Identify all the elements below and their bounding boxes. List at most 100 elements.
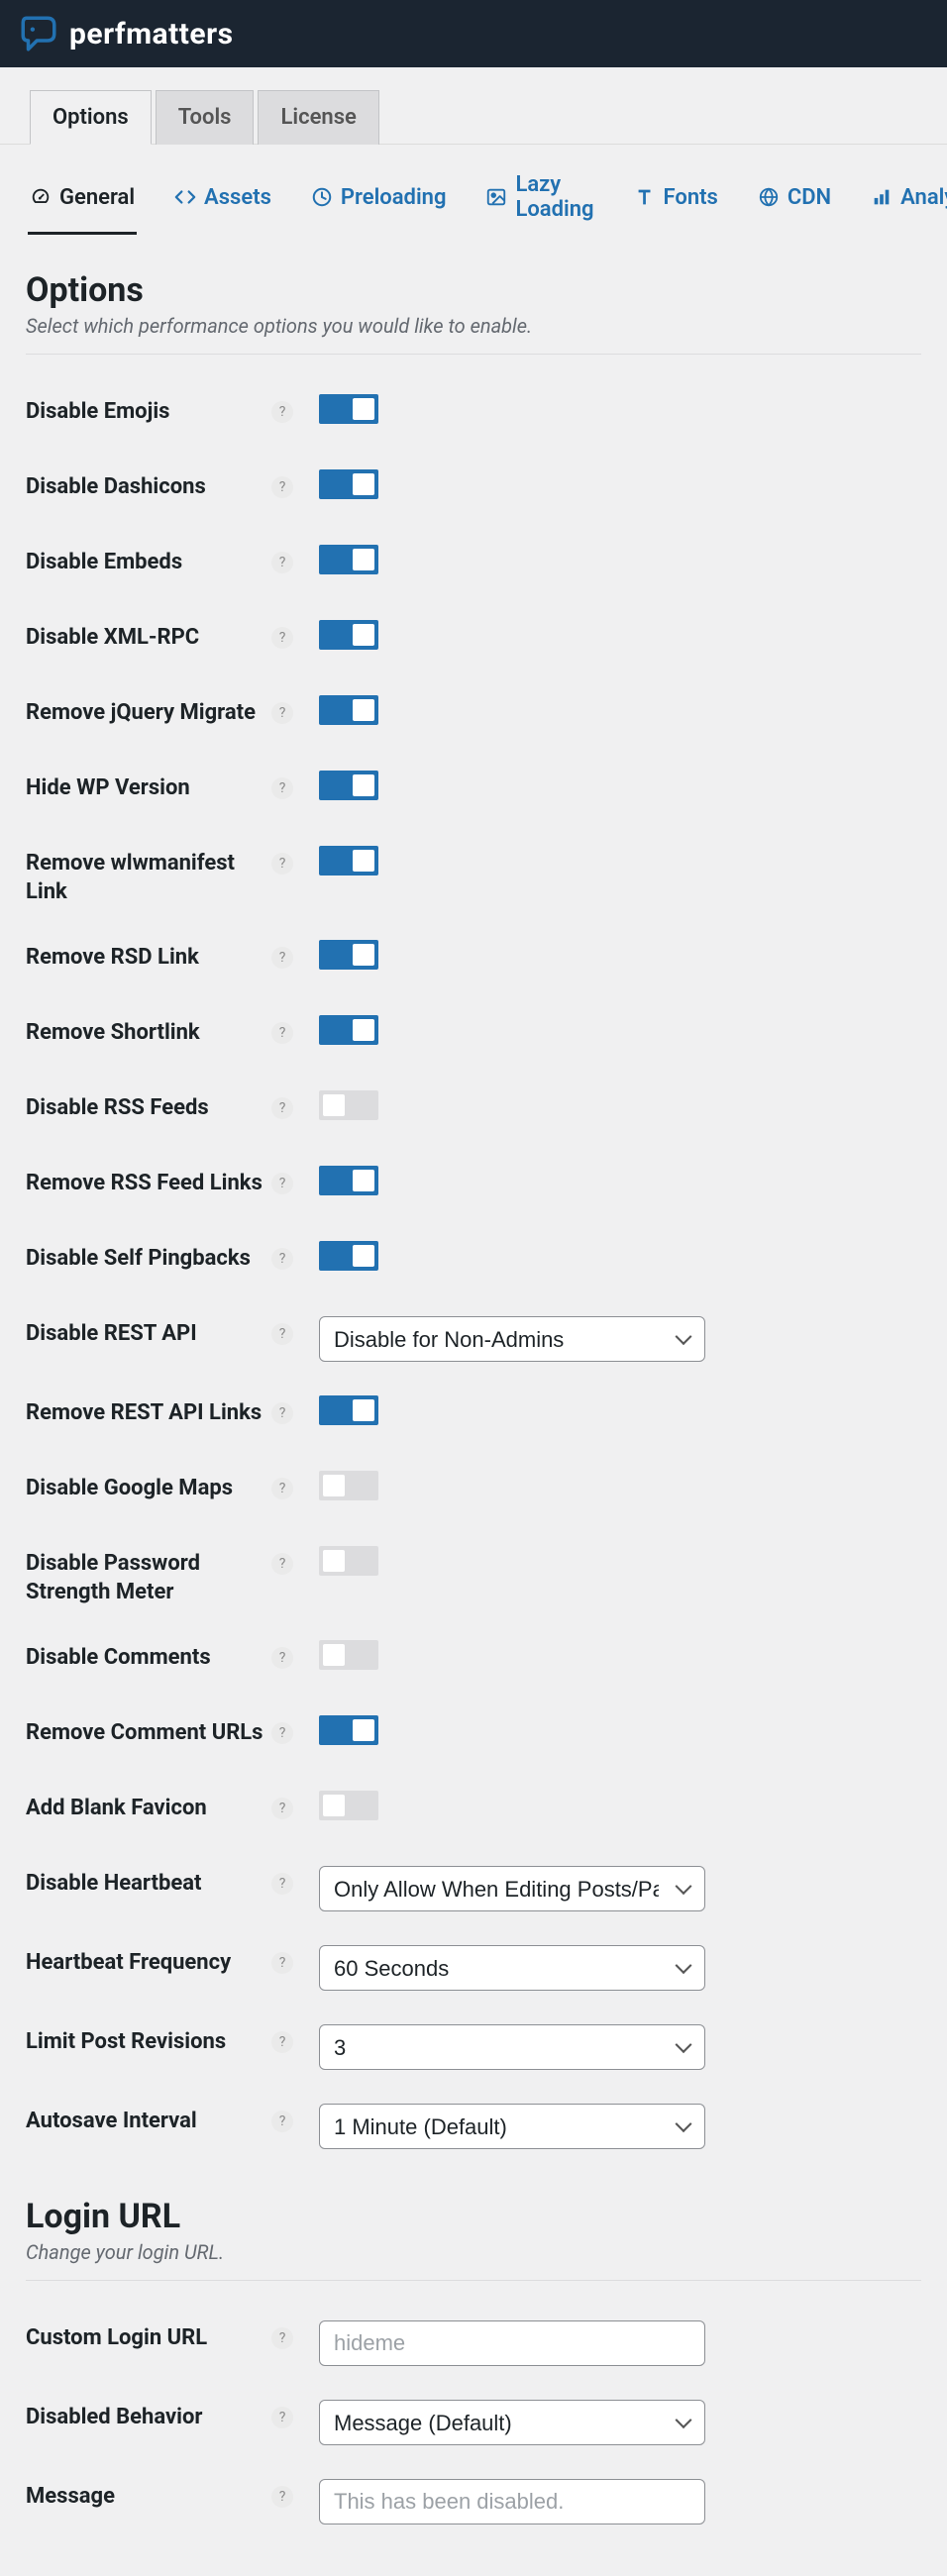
form-label-col: Hide WP Version? <box>26 765 293 803</box>
sub-tab-bar: General Assets Preloading Lazy Loading Fonts… <box>0 145 947 247</box>
help-icon[interactable]: ? <box>271 1952 293 1974</box>
disable_heartbeat-select[interactable]: Only Allow When Editing Posts/Pages <box>319 1866 705 1911</box>
help-icon[interactable]: ? <box>271 853 293 875</box>
form-label: Remove RSS Feed Links <box>26 1170 271 1198</box>
disabled_behavior-select[interactable]: Message (Default) <box>319 2400 705 2445</box>
custom_login_url-input[interactable] <box>319 2320 705 2366</box>
help-icon[interactable]: ? <box>271 401 293 423</box>
tab-tools[interactable]: Tools <box>156 90 255 145</box>
form-label-col: Disable RSS Feeds? <box>26 1084 293 1123</box>
disable_rest_api-select[interactable]: Disable for Non-Admins <box>319 1316 705 1362</box>
remove_rsd-toggle[interactable] <box>319 940 378 970</box>
help-icon[interactable]: ? <box>271 1873 293 1895</box>
remove_rest_links-toggle[interactable] <box>319 1395 378 1425</box>
help-icon[interactable]: ? <box>271 1647 293 1669</box>
subtab-assets[interactable]: Assets <box>172 185 273 235</box>
form-label-col: Custom Login URL? <box>26 2315 293 2353</box>
disable_emojis-toggle[interactable] <box>319 394 378 424</box>
subtab-general[interactable]: General <box>28 185 137 235</box>
form-label: Remove Shortlink <box>26 1019 271 1048</box>
heartbeat_frequency-select[interactable]: 60 Seconds <box>319 1945 705 1991</box>
form-row-disable_self_pingbacks: Disable Self Pingbacks? <box>26 1235 921 1283</box>
form-label-col: Remove RSS Feed Links? <box>26 1160 293 1198</box>
form-row-disable_google_maps: Disable Google Maps? <box>26 1465 921 1512</box>
help-icon[interactable]: ? <box>271 2111 293 2132</box>
subtab-cdn[interactable]: CDN <box>756 185 833 235</box>
globe-icon <box>758 186 780 208</box>
form-row-limit_post_revisions: Limit Post Revisions?3 <box>26 2018 921 2070</box>
help-icon[interactable]: ? <box>271 1478 293 1499</box>
message-input[interactable] <box>319 2479 705 2524</box>
toggle-knob <box>353 549 374 570</box>
limit_post_revisions-select[interactable]: 3 <box>319 2024 705 2070</box>
help-icon[interactable]: ? <box>271 1097 293 1119</box>
form-control-col <box>293 1160 921 1195</box>
toggle-knob <box>353 944 374 966</box>
remove_wlwmanifest-toggle[interactable] <box>319 846 378 876</box>
disable_comments-toggle[interactable] <box>319 1640 378 1670</box>
remove_comment_urls-toggle[interactable] <box>319 1715 378 1745</box>
subtab-label: CDN <box>788 185 831 210</box>
tab-license[interactable]: License <box>258 90 378 145</box>
toggle-knob <box>353 624 374 646</box>
autosave_interval-select-wrap: 1 Minute (Default) <box>319 2104 705 2149</box>
disable_rss-toggle[interactable] <box>319 1090 378 1120</box>
help-icon[interactable]: ? <box>271 1402 293 1424</box>
disable_google_maps-toggle[interactable] <box>319 1471 378 1500</box>
remove_shortlink-toggle[interactable] <box>319 1015 378 1045</box>
disable_self_pingbacks-toggle[interactable] <box>319 1241 378 1271</box>
form-label: Remove wlwmanifest Link <box>26 850 271 906</box>
disable_rest_api-select-wrap: Disable for Non-Admins <box>319 1316 705 1362</box>
subtab-label: Preloading <box>341 185 447 210</box>
form-control-col <box>293 614 921 650</box>
form-row-hide_wp_version: Hide WP Version? <box>26 765 921 812</box>
form-row-remove_rest_links: Remove REST API Links? <box>26 1390 921 1437</box>
disable_embeds-toggle[interactable] <box>319 545 378 574</box>
toggle-knob <box>353 1019 374 1041</box>
form-row-heartbeat_frequency: Heartbeat Frequency? 60 Seconds <box>26 1939 921 1991</box>
autosave_interval-select[interactable]: 1 Minute (Default) <box>319 2104 705 2149</box>
disable_xmlrpc-toggle[interactable] <box>319 620 378 650</box>
help-icon[interactable]: ? <box>271 1173 293 1194</box>
form-label-col: Heartbeat Frequency? <box>26 1939 293 1978</box>
form-row-disable_rest_api: Disable REST API?Disable for Non-Admins <box>26 1310 921 1362</box>
help-icon[interactable]: ? <box>271 2407 293 2428</box>
help-icon[interactable]: ? <box>271 2031 293 2053</box>
form-control-col <box>293 1009 921 1045</box>
disable_dashicons-toggle[interactable] <box>319 469 378 499</box>
add_blank_favicon-toggle[interactable] <box>319 1791 378 1820</box>
subtab-analytics[interactable]: Analytics <box>869 185 947 235</box>
subtab-preloading[interactable]: Preloading <box>309 185 449 235</box>
main-content: Options Select which performance options… <box>0 247 947 2576</box>
form-label: Disable Heartbeat <box>26 1870 271 1899</box>
remove_jquery_migrate-toggle[interactable] <box>319 695 378 725</box>
help-icon[interactable]: ? <box>271 1022 293 1044</box>
hide_wp_version-toggle[interactable] <box>319 771 378 800</box>
form-label: Disable Emojis <box>26 398 271 427</box>
bar-chart-icon <box>871 186 893 208</box>
help-icon[interactable]: ? <box>271 1323 293 1345</box>
help-icon[interactable]: ? <box>271 777 293 799</box>
help-icon[interactable]: ? <box>271 1553 293 1575</box>
form-label-col: Disabled Behavior? <box>26 2394 293 2432</box>
subtab-fonts[interactable]: Fonts <box>632 185 720 235</box>
disable_pw_strength-toggle[interactable] <box>319 1546 378 1576</box>
help-icon[interactable]: ? <box>271 2486 293 2508</box>
subtab-label: General <box>59 185 135 210</box>
help-icon[interactable]: ? <box>271 627 293 649</box>
help-icon[interactable]: ? <box>271 1248 293 1270</box>
toggle-knob <box>323 1550 345 1572</box>
form-label-col: Disable Self Pingbacks? <box>26 1235 293 1274</box>
subtab-lazy[interactable]: Lazy Loading <box>483 172 595 247</box>
help-icon[interactable]: ? <box>271 1722 293 1744</box>
form-control-col <box>293 689 921 725</box>
help-icon[interactable]: ? <box>271 1798 293 1819</box>
remove_rss_links-toggle[interactable] <box>319 1166 378 1195</box>
help-icon[interactable]: ? <box>271 947 293 969</box>
help-icon[interactable]: ? <box>271 476 293 498</box>
tab-options[interactable]: Options <box>30 90 152 145</box>
form-row-remove_shortlink: Remove Shortlink? <box>26 1009 921 1057</box>
help-icon[interactable]: ? <box>271 2327 293 2349</box>
help-icon[interactable]: ? <box>271 702 293 724</box>
help-icon[interactable]: ? <box>271 552 293 573</box>
